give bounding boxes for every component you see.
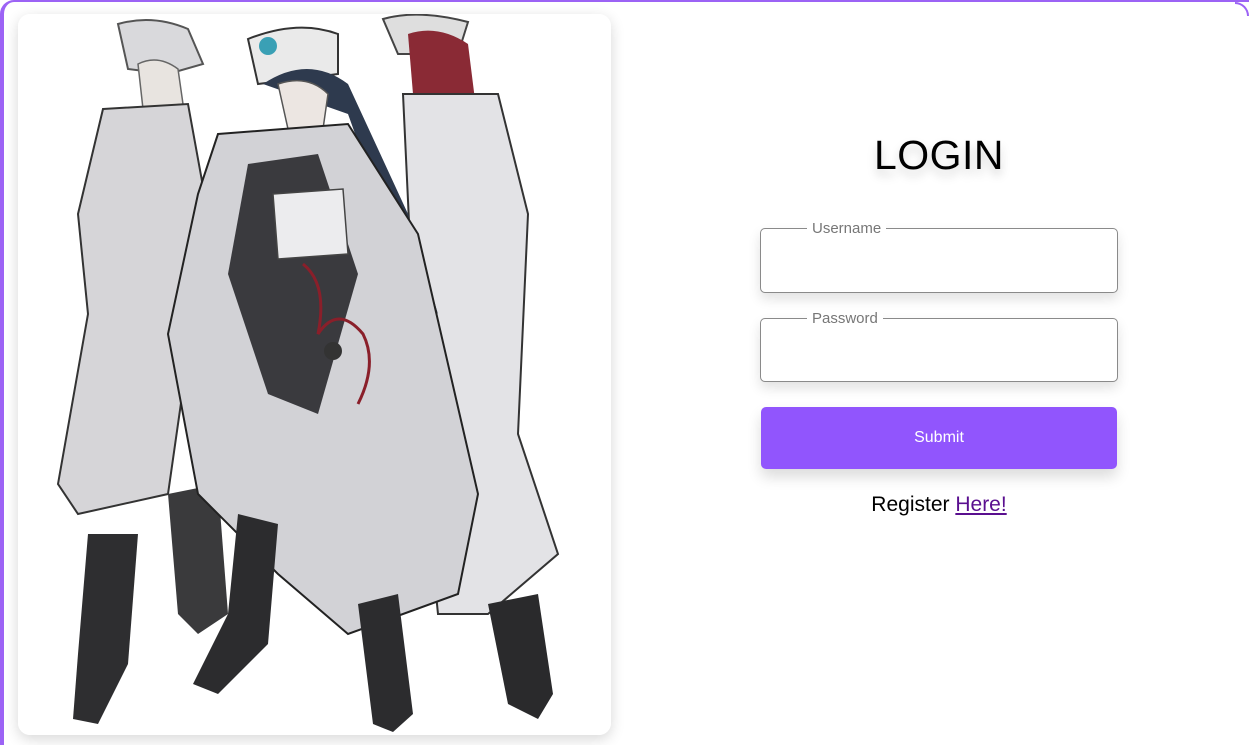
- username-input[interactable]: [773, 249, 1105, 282]
- password-label: Password: [807, 310, 883, 327]
- password-field[interactable]: Password: [760, 310, 1118, 382]
- submit-button[interactable]: Submit: [761, 407, 1117, 469]
- username-label: Username: [807, 220, 887, 237]
- username-field[interactable]: Username: [760, 220, 1118, 293]
- register-line: Register Here!: [760, 493, 1118, 517]
- password-input[interactable]: [773, 339, 1105, 371]
- register-text: Register: [871, 493, 950, 516]
- page-title: LOGIN: [873, 132, 1005, 178]
- login-form: LOGIN Username Password Submit Register …: [760, 2, 1118, 745]
- illustration-svg: [18, 14, 611, 735]
- register-link[interactable]: Here!: [955, 493, 1006, 516]
- app-window: LOGIN Username Password Submit Register …: [0, 0, 1249, 745]
- character-illustration: [18, 14, 611, 735]
